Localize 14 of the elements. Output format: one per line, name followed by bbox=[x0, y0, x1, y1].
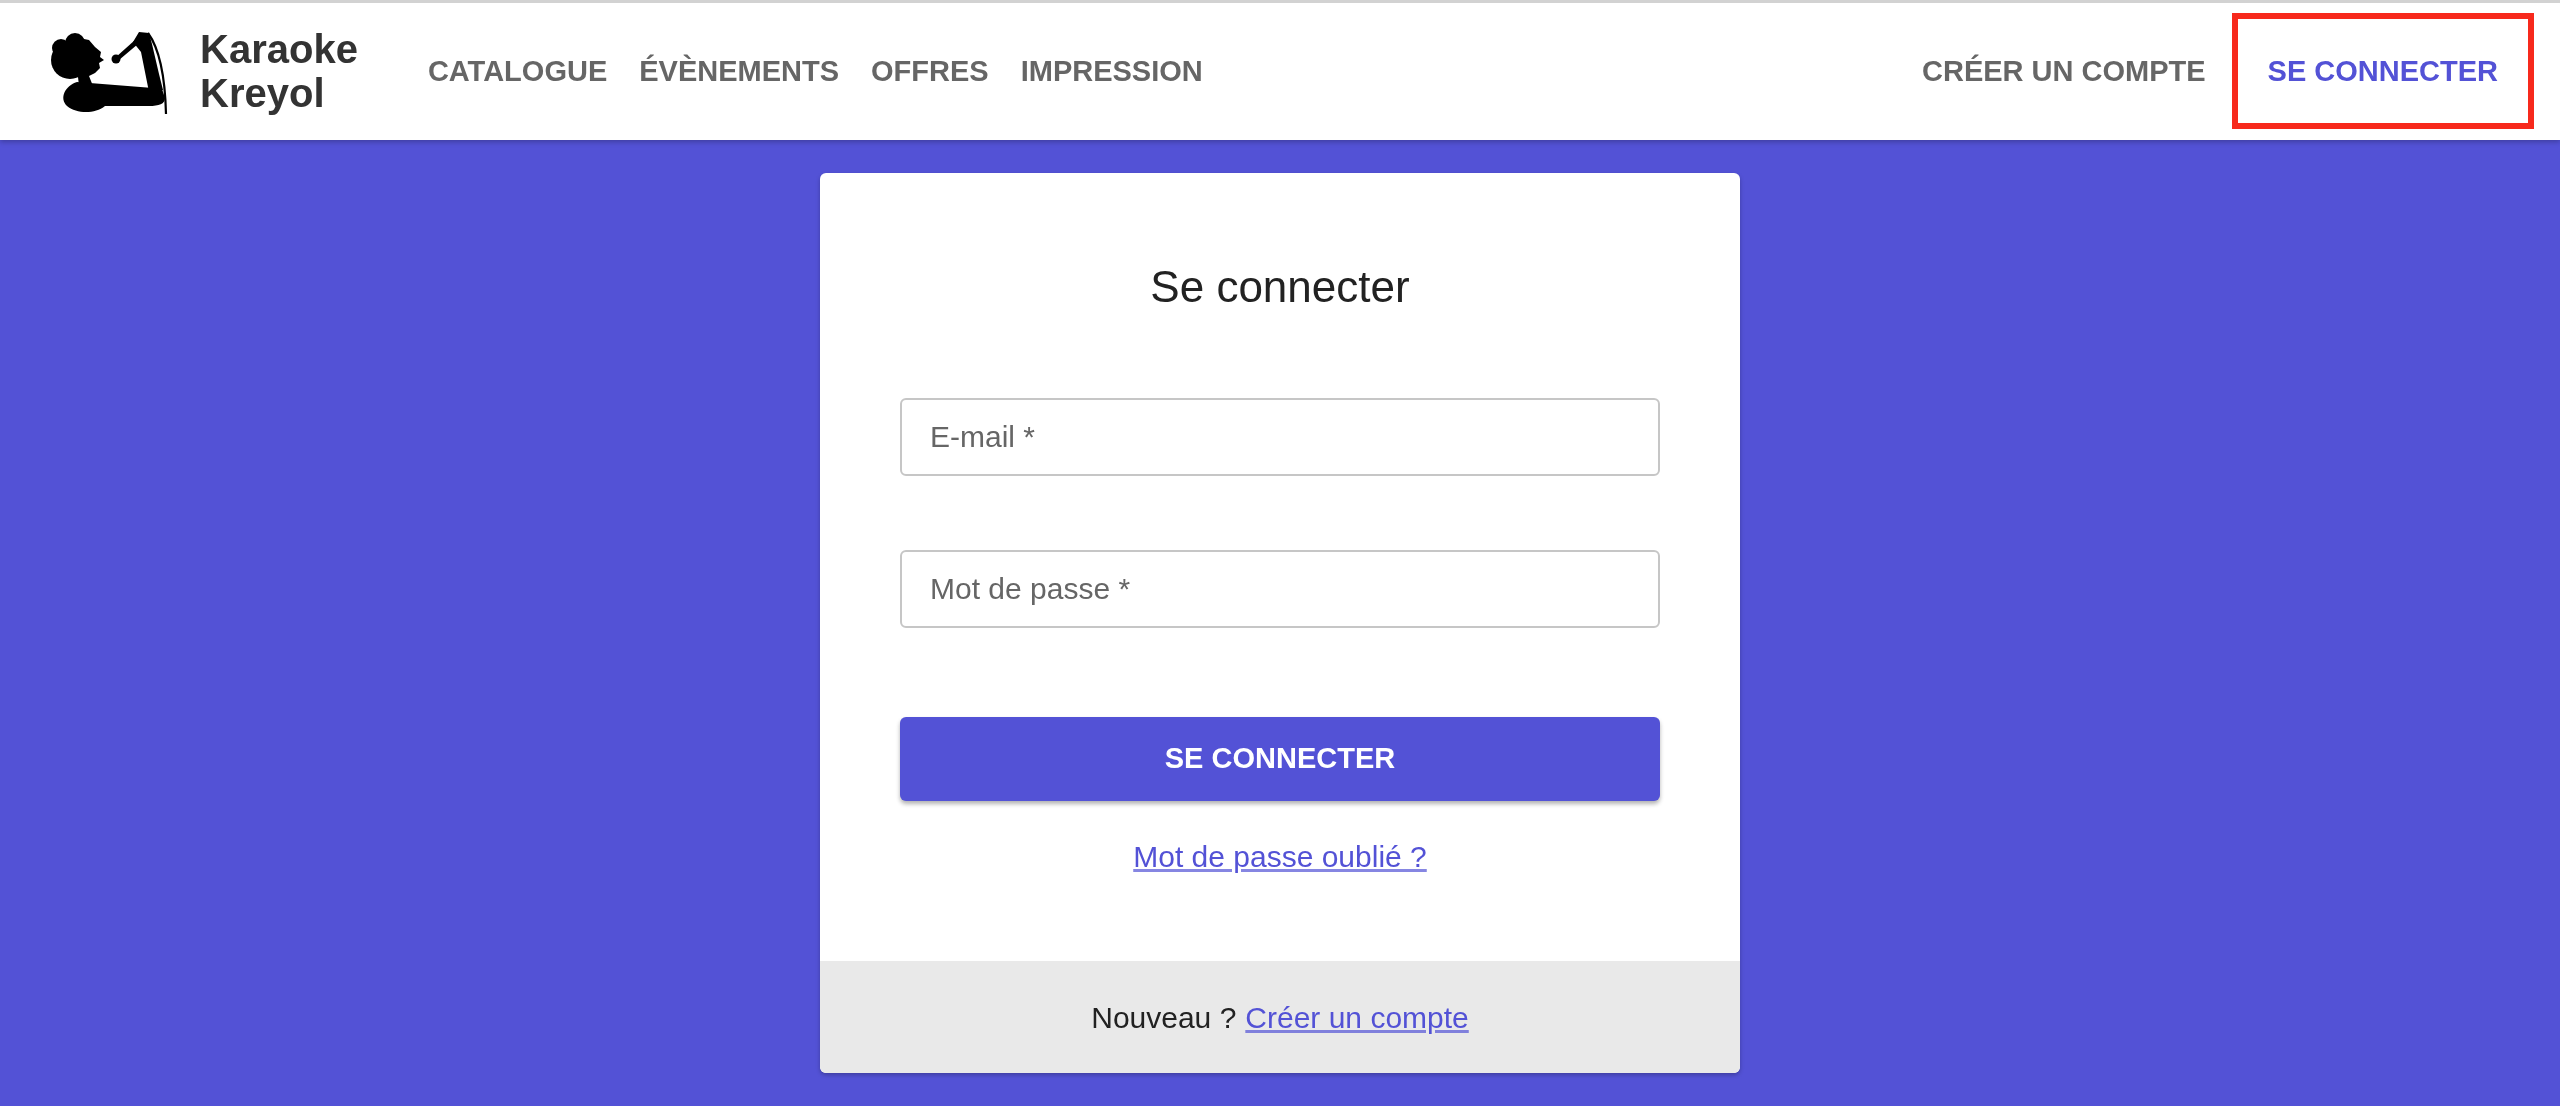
account-link[interactable]: CRÉER UN COMPTE bbox=[1922, 53, 2206, 89]
login-button[interactable]: SE CONNECTER bbox=[900, 717, 1660, 801]
create-account-link[interactable]: Créer un compte bbox=[1245, 994, 1469, 1040]
nav-link[interactable]: IMPRESSION bbox=[1020, 53, 1203, 89]
password-field[interactable]: Mot de passe * bbox=[900, 550, 1660, 628]
email-field[interactable]: E-mail * bbox=[900, 398, 1660, 476]
login-title: Se connecter bbox=[1150, 261, 1410, 313]
signup-prompt: Nouveau ? bbox=[1091, 999, 1237, 1036]
account-link[interactable]: SE CONNECTER bbox=[2231, 13, 2534, 129]
forgot-password-link[interactable]: Mot de passe oublié ? bbox=[1133, 839, 1427, 875]
nav-link[interactable]: ÉVÈNEMENTS bbox=[639, 53, 840, 89]
nav-link[interactable]: OFFRES bbox=[871, 53, 989, 89]
nav-link[interactable]: CATALOGUE bbox=[427, 53, 608, 89]
brand-name[interactable]: Karaoke Kreyol bbox=[200, 27, 358, 115]
